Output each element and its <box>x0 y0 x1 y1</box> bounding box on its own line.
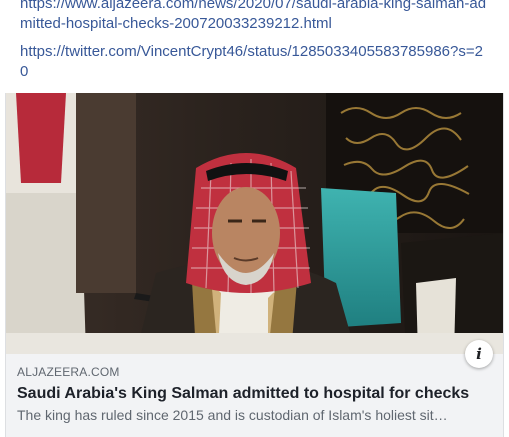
preview-domain: ALJAZEERA.COM <box>17 365 120 379</box>
preview-headline[interactable]: Saudi Arabia's King Salman admitted to h… <box>17 384 495 404</box>
facebook-post: https://www.aljazeera.com/news/2020/07/s… <box>0 0 509 437</box>
twitter-status-link[interactable]: https://twitter.com/VincentCrypt46/statu… <box>20 42 490 82</box>
aljazeera-article-link[interactable]: https://www.aljazeera.com/news/2020/07/s… <box>20 0 490 34</box>
info-icon: i <box>476 345 482 363</box>
preview-description: The king has ruled since 2015 and is cus… <box>17 407 448 423</box>
preview-image[interactable] <box>6 93 503 354</box>
preview-meta: ALJAZEERA.COM Saudi Arabia's King Salman… <box>17 364 495 424</box>
news-photo-image <box>6 93 503 354</box>
link-preview-card[interactable]: i ALJAZEERA.COM Saudi Arabia's King Salm… <box>5 93 504 437</box>
